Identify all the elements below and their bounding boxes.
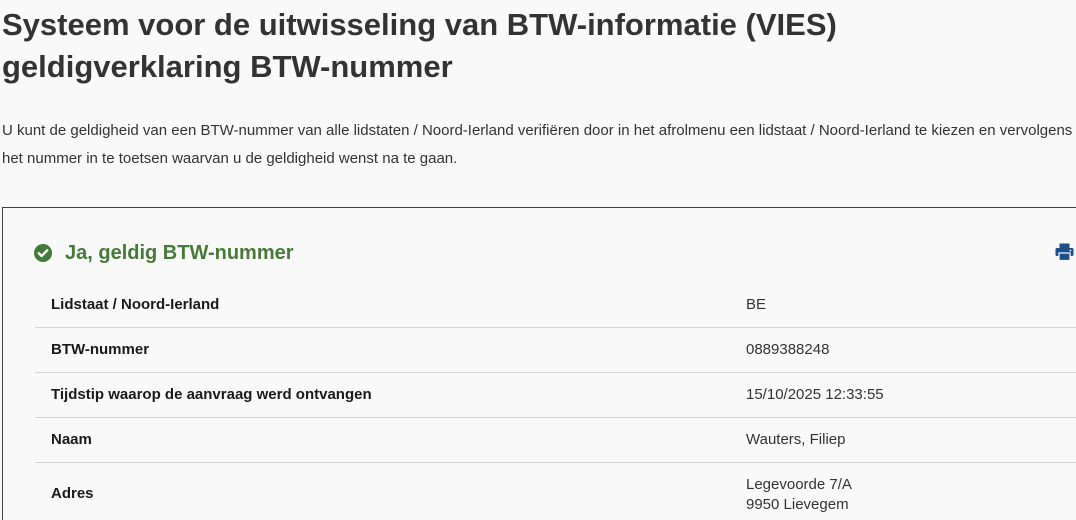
row-label: Lidstaat / Noord-Ierland (51, 296, 220, 313)
address-line-2: 9950 Lievegem (746, 496, 849, 513)
check-circle-icon (34, 244, 52, 262)
result-details-table: Lidstaat / Noord-Ierland BE BTW-nummer 0… (35, 283, 1076, 520)
row-value: BE (746, 296, 767, 313)
row-value: 0889388248 (746, 341, 830, 358)
row-value: Wauters, Filiep (746, 431, 846, 448)
page-title: Systeem voor de uitwisseling van BTW-inf… (2, 7, 837, 84)
row-label: BTW-nummer (51, 341, 150, 358)
row-label: Naam (51, 431, 92, 448)
table-row: Tijdstip waarop de aanvraag werd ontvang… (35, 373, 1076, 418)
table-row: BTW-nummer 0889388248 (35, 328, 1076, 373)
table-row: Naam Wauters, Filiep (35, 418, 1076, 463)
address-line-1: Legevoorde 7/A (746, 476, 852, 493)
row-label: Adres (51, 485, 94, 502)
table-row: Adres Legevoorde 7/A 9950 Lievegem (35, 463, 1076, 520)
table-row: Lidstaat / Noord-Ierland BE (35, 283, 1076, 328)
vies-page: Systeem voor de uitwisseling van BTW-inf… (0, 0, 1076, 520)
row-value: 15/10/2025 12:33:55 (746, 386, 884, 403)
validity-status: Ja, geldig BTW-nummer (34, 240, 294, 266)
print-icon[interactable] (1055, 243, 1074, 262)
intro-text: U kunt de geldigheid van een BTW-nummer … (2, 122, 1073, 167)
status-text: Ja, geldig BTW-nummer (65, 241, 294, 264)
row-label: Tijdstip waarop de aanvraag werd ontvang… (51, 386, 372, 403)
